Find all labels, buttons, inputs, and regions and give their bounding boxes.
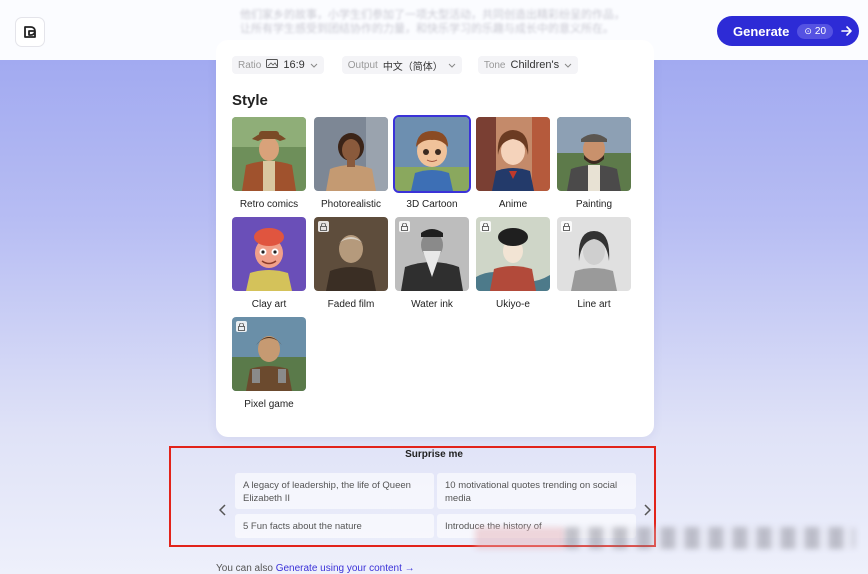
output-select[interactable]: Output 中文（简体） [341,56,462,74]
style-name: Pixel game [244,399,294,410]
options-row: Ratio 16:9 Output 中文（简体） Tone Children's [232,56,632,74]
credit-icon: ⊙ [804,25,812,36]
style-thumbnail [232,117,306,191]
style-tile-pixel-game[interactable]: Pixel game [232,317,306,410]
style-section-title: Style [232,92,268,109]
style-thumbnail [476,117,550,191]
style-tile-3d-cartoon[interactable]: 3D Cartoon [393,115,471,210]
arrow-right-icon [841,25,853,37]
ratio-select[interactable]: Ratio 16:9 [232,56,324,74]
style-thumbnail [557,117,631,191]
tone-select[interactable]: Tone Children's [477,56,579,74]
credit-badge: ⊙ 20 [797,23,834,39]
footer-text: You can also Generate using your content… [216,563,415,574]
lock-icon [480,221,491,232]
footer-prefix: You can also [216,563,273,574]
style-name: Painting [575,199,613,210]
chevron-down-icon [310,59,318,71]
style-tile-clay-art[interactable]: Clay art [232,217,306,310]
style-thumbnail [232,317,306,391]
style-tile-painting[interactable]: Painting [557,117,631,210]
suggestion-chip[interactable]: 10 motivational quotes trending on socia… [437,473,636,509]
style-name: Ukiyo-e [496,299,530,310]
ratio-icon [266,59,279,71]
style-tile-line-art[interactable]: Line art [557,217,631,310]
style-tile-water-ink[interactable]: Water ink [395,217,469,310]
style-name: Anime [498,199,528,210]
suggestion-text: 5 Fun facts about the nature [243,521,362,532]
style-thumbnail [314,117,388,191]
tone-value: Children's [510,59,560,71]
suggestion-chip[interactable]: 5 Fun facts about the nature [235,514,434,538]
tone-label: Tone [483,59,506,71]
chevron-left-icon[interactable] [218,503,227,519]
style-tile-photorealistic[interactable]: Photorealistic [314,117,388,210]
style-name: Water ink [411,299,453,310]
style-thumbnail [476,217,550,291]
chevron-down-icon [564,59,572,71]
lock-icon [236,321,247,332]
style-name: Clay art [251,299,287,310]
generate-label: Generate [733,23,790,39]
lock-icon [561,221,572,232]
lock-icon [399,221,410,232]
blurred-prompt-text: 他们家乡的故事，小学生们参加了一项大型活动，共同创造出精彩纷呈的作品，让所有学生… [240,8,625,35]
chevron-right-icon[interactable] [643,503,652,519]
style-thumbnail [232,217,306,291]
blurred-watermark [475,527,565,549]
lock-icon [318,221,329,232]
app-logo-icon[interactable] [15,17,45,47]
style-thumbnail [314,217,388,291]
blurred-watermark [565,527,855,549]
style-thumbnail [395,217,469,291]
chevron-down-icon [448,59,456,71]
style-name: Photorealistic [320,199,382,210]
suggestion-chip[interactable]: A legacy of leadership, the life of Quee… [235,473,434,509]
style-name: Faded film [327,299,375,310]
style-tile-faded-film[interactable]: Faded film [314,217,388,310]
credit-count: 20 [814,25,827,37]
style-tile-retro-comics[interactable]: Retro comics [232,117,306,210]
top-bar: 他们家乡的故事，小学生们参加了一项大型活动，共同创造出精彩纷呈的作品，让所有学生… [0,0,868,60]
suggestion-text: A legacy of leadership, the life of Quee… [243,480,411,504]
arrow-right-icon: → [404,563,415,574]
style-name: Line art [577,299,611,310]
ratio-value: 16:9 [283,59,305,71]
style-name: 3D Cartoon [406,199,458,210]
ratio-label: Ratio [238,59,262,71]
style-thumbnail [393,115,471,193]
generate-from-content-link[interactable]: Generate using your content → [276,563,415,574]
style-tile-anime[interactable]: Anime [476,117,550,210]
footer-link-text: Generate using your content [275,563,402,574]
generate-button[interactable]: Generate ⊙ 20 [717,16,859,46]
output-value: 中文（简体） [382,61,443,73]
style-tile-ukiyo-e[interactable]: Ukiyo-e [476,217,550,310]
style-name: Retro comics [239,199,299,210]
output-label: Output [347,59,378,71]
suggestion-text: 10 motivational quotes trending on socia… [445,480,618,504]
style-thumbnail [557,217,631,291]
